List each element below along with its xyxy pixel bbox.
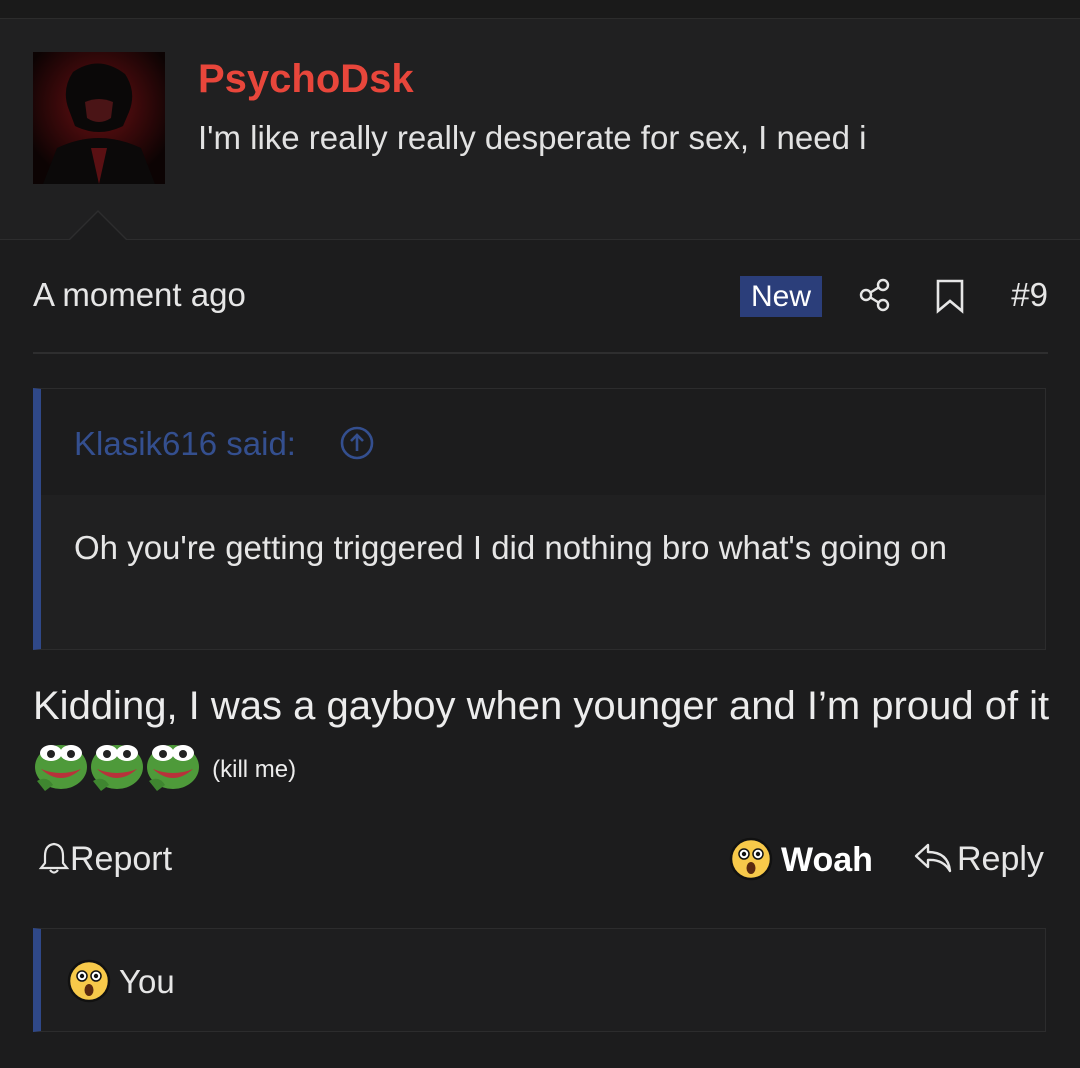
report-label: Report: [70, 840, 173, 878]
post-number[interactable]: #9: [1011, 276, 1048, 314]
report-button[interactable]: Report: [38, 840, 172, 879]
meta-divider: [33, 352, 1048, 354]
pepe-laugh-icon: [33, 741, 89, 791]
user-title: I'm like really really desperate for sex…: [198, 119, 867, 156]
quote-header: Klasik616 said:: [41, 389, 1045, 495]
user-avatar[interactable]: [33, 52, 165, 184]
message-text: Kidding, I was a gayboy when younger and…: [33, 684, 1050, 728]
reaction-label: Woah: [781, 841, 873, 879]
bell-icon: [38, 841, 70, 875]
reply-icon: [913, 841, 953, 875]
reaction-summary[interactable]: You: [67, 959, 175, 1003]
post-user-header: PsychoDsk I'm like really really despera…: [0, 19, 1080, 240]
astonished-face-icon: [729, 837, 773, 881]
reaction-button[interactable]: Woah: [729, 837, 873, 881]
username[interactable]: PsychoDsk: [198, 57, 414, 102]
post-meta: A moment ago New #9: [33, 276, 1048, 320]
astonished-face-icon: [67, 959, 111, 1003]
quote-author[interactable]: Klasik616 said:: [74, 425, 296, 463]
pepe-laugh-icon: [89, 741, 145, 791]
quote-block: Klasik616 said: Oh you're getting trigge…: [33, 388, 1046, 650]
jump-to-quote-icon[interactable]: [339, 425, 375, 461]
post-message: Kidding, I was a gayboy when younger and…: [33, 676, 1053, 800]
new-badge: New: [740, 276, 822, 317]
reactions-bar[interactable]: You: [33, 928, 1046, 1032]
quote-text: Oh you're getting triggered I did nothin…: [74, 529, 948, 566]
reply-button[interactable]: Reply: [913, 840, 1044, 879]
pepe-laugh-icon: [145, 741, 201, 791]
top-divider: [0, 0, 1080, 19]
share-icon[interactable]: [858, 278, 892, 312]
reaction-user-label: You: [119, 963, 175, 1000]
message-small-text: (kill me): [212, 756, 297, 783]
post-timestamp[interactable]: A moment ago: [33, 276, 246, 314]
reply-label: Reply: [957, 840, 1044, 878]
bookmark-icon[interactable]: [935, 278, 965, 314]
